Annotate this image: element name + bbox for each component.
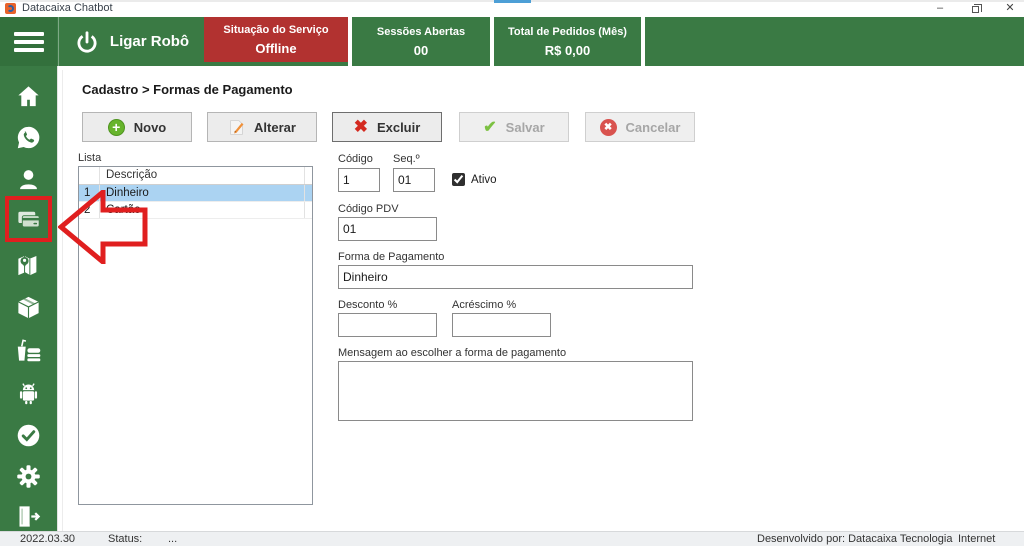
salvar-button[interactable]: ✔ Salvar	[459, 112, 569, 142]
maximize-restore-button[interactable]	[960, 0, 990, 16]
ligar-robo-button[interactable]: Ligar Robô	[58, 17, 204, 66]
sidebar-item-android-app[interactable]	[0, 377, 57, 409]
forma-pagamento-label: Forma de Pagamento	[338, 251, 445, 263]
sidebar-nav	[0, 66, 57, 531]
annotation-arrow-icon	[58, 190, 148, 264]
sidebar-item-home[interactable]	[0, 80, 57, 112]
logout-door-icon	[19, 505, 41, 527]
cancel-circle-icon: ✖	[599, 118, 617, 136]
status-value: ...	[168, 533, 178, 545]
sidebar-item-exit[interactable]	[0, 500, 57, 532]
excluir-button[interactable]: ✖ Excluir	[332, 112, 442, 142]
mensagem-textarea[interactable]	[338, 361, 693, 421]
sidebar-item-products[interactable]	[0, 291, 57, 323]
codigo-input[interactable]	[338, 168, 380, 192]
ativo-checkbox-group: Ativo	[452, 173, 497, 186]
open-sessions-value: 00	[413, 42, 429, 58]
codigo-pdv-input[interactable]	[338, 217, 437, 241]
pencil-icon	[230, 119, 244, 135]
content-divider	[62, 70, 63, 531]
settings-gear-icon	[17, 464, 40, 488]
delete-x-icon: ✖	[353, 117, 368, 136]
header-bar: Ligar Robô Situação do Serviço Offline S…	[0, 17, 1024, 66]
grid-header-num	[79, 167, 100, 184]
map-location-icon	[18, 255, 37, 275]
excluir-label: Excluir	[376, 119, 421, 135]
android-icon	[19, 382, 38, 404]
sidebar-item-whatsapp[interactable]	[0, 121, 57, 153]
minimize-button[interactable]: –	[925, 0, 955, 16]
cancelar-label: Cancelar	[625, 119, 681, 135]
grid-header-row: Descrição	[79, 167, 312, 185]
service-status-value: Offline	[255, 40, 297, 56]
sidebar-item-users[interactable]	[0, 163, 57, 195]
title-bar: Datacaixa Chatbot – ✕	[0, 0, 1024, 17]
novo-label: Novo	[133, 119, 167, 135]
check-circle-icon	[17, 424, 40, 446]
service-status-panel: Situação do Serviço Offline	[204, 17, 348, 62]
total-orders-panel: Total de Pedidos (Mês) R$ 0,00	[494, 17, 641, 66]
total-orders-value: R$ 0,00	[544, 42, 591, 58]
app-logo-icon	[5, 3, 16, 14]
seq-input[interactable]	[393, 168, 435, 192]
close-button[interactable]: ✕	[995, 0, 1024, 16]
hamburger-menu-button[interactable]	[0, 17, 57, 66]
cancelar-button[interactable]: ✖ Cancelar	[585, 112, 695, 142]
alterar-label: Alterar	[254, 119, 296, 135]
lista-label: Lista	[78, 152, 102, 164]
seq-label: Seq.º	[393, 153, 420, 165]
restore-icon	[971, 4, 982, 13]
breadcrumb: Cadastro > Formas de Pagamento	[82, 82, 293, 97]
novo-button[interactable]: + Novo	[82, 112, 192, 142]
plus-icon: +	[107, 118, 125, 136]
app-title: Datacaixa Chatbot	[22, 2, 113, 14]
open-sessions-title: Sessões Abertas	[376, 25, 466, 38]
hamburger-icon	[13, 31, 44, 36]
salvar-label: Salvar	[505, 119, 545, 135]
version-text: 2022.03.30	[20, 533, 76, 545]
user-icon	[20, 169, 37, 189]
top-progress-segment	[494, 0, 531, 3]
package-icon	[18, 296, 39, 318]
desconto-input[interactable]	[338, 313, 437, 337]
home-icon	[18, 85, 39, 106]
sidebar-item-confirmations[interactable]	[0, 419, 57, 451]
desconto-label: Desconto %	[338, 299, 398, 311]
acrescimo-input[interactable]	[452, 313, 551, 337]
whatsapp-icon	[17, 126, 40, 148]
status-label: Status:	[108, 533, 143, 545]
header-divider	[348, 17, 352, 66]
total-orders-title: Total de Pedidos (Mês)	[508, 25, 627, 38]
sidebar-item-menu-items[interactable]	[0, 334, 57, 366]
codigo-label: Código	[338, 153, 373, 165]
ativo-label: Ativo	[471, 173, 497, 186]
food-icon	[17, 338, 41, 361]
save-check-icon: ✔	[483, 119, 497, 136]
developed-by-text: Desenvolvido por: Datacaixa Tecnologia	[757, 533, 953, 545]
service-status-title: Situação do Serviço	[223, 23, 329, 36]
sidebar-item-delivery-areas[interactable]	[0, 249, 57, 281]
forma-pagamento-input[interactable]	[338, 265, 693, 289]
sidebar-item-settings[interactable]	[0, 460, 57, 492]
ativo-checkbox[interactable]	[452, 173, 465, 186]
alterar-button[interactable]: Alterar	[207, 112, 317, 142]
acrescimo-label: Acréscimo %	[452, 299, 517, 311]
power-icon	[77, 30, 97, 53]
header-divider	[490, 17, 494, 66]
open-sessions-panel: Sessões Abertas 00	[352, 17, 490, 66]
connection-text: Internet	[958, 533, 996, 545]
annotation-highlight-box	[5, 196, 52, 242]
mensagem-label: Mensagem ao escolher a forma de pagament…	[338, 347, 567, 359]
grid-header-descricao: Descrição	[106, 169, 158, 181]
header-divider	[641, 17, 645, 66]
ligar-robo-label: Ligar Robô	[109, 33, 190, 50]
codigo-pdv-label: Código PDV	[338, 203, 399, 215]
status-bar: 2022.03.30 Status: ... Desenvolvido por:…	[0, 531, 1024, 546]
